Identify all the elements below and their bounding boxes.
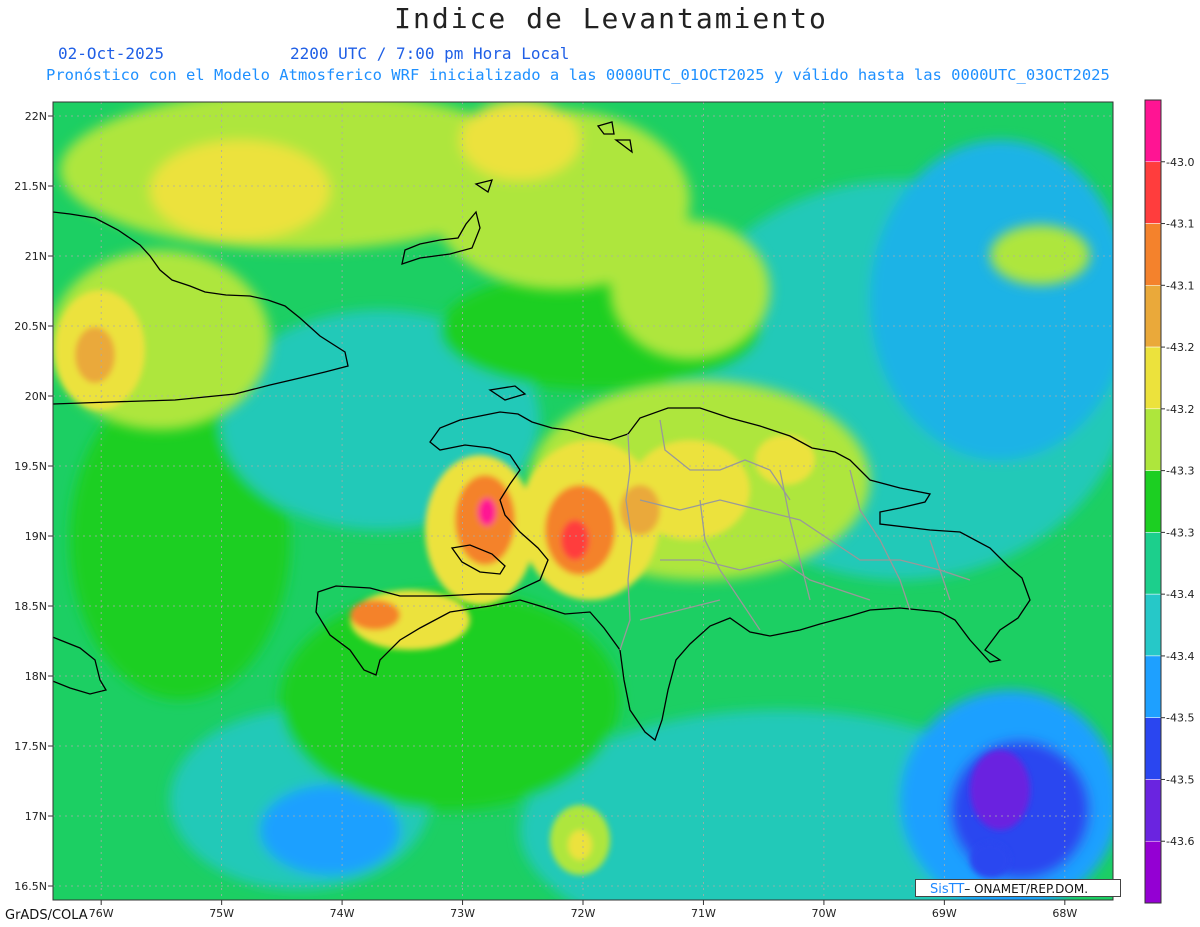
lat-label: 16.5N (14, 880, 47, 893)
colorbar-label: -43.5 (1166, 773, 1194, 786)
lat-label: 17N (25, 810, 47, 823)
colorbar-segment (1144, 717, 1162, 780)
colorbar-label: -43.3 (1166, 526, 1194, 539)
colorbar-label: -43.4 (1166, 650, 1194, 663)
colorbar-label: -43.3 (1166, 465, 1194, 478)
colorbar-segment (1144, 532, 1162, 595)
colorbar: -43.0 -43.1 -43.1 -43.2 -43.2 -43.3 -43.3 -43.4… (1144, 99, 1194, 904)
colorbar-label: -43.2 (1166, 341, 1194, 354)
lon-label: 70W (811, 907, 836, 920)
lat-label: 21.5N (14, 180, 47, 193)
lat-label: 18N (25, 670, 47, 683)
lat-label: 18.5N (14, 600, 47, 613)
colorbar-label: -43.5 (1166, 712, 1194, 725)
colorbar-label: -43.1 (1166, 279, 1194, 292)
colorbar-segment (1144, 593, 1162, 657)
colorbar-label: -43.2 (1166, 403, 1194, 416)
colorbar-segment (1144, 779, 1162, 842)
colorbar-segment (1144, 285, 1162, 348)
colorbar-segment (1144, 346, 1162, 410)
colorbar-label: -43.0 (1166, 156, 1194, 169)
lat-label: 20N (25, 390, 47, 403)
colorbar-label: -43.4 (1166, 588, 1194, 601)
lon-label: 76W (89, 907, 114, 920)
stamp-text: – ONAMET/REP.DOM. (964, 882, 1089, 896)
lifted-index-field (53, 102, 1113, 900)
lon-label: 74W (330, 907, 355, 920)
colorbar-label: -43.6 (1166, 835, 1194, 848)
colorbar-segment (1144, 408, 1162, 471)
colorbar-segment (1144, 470, 1162, 533)
forecast-map: 22N 21.5N 21N 20.5N 20N 19.5N 19N 18.5N 18N 17.5N… (14, 99, 1194, 920)
latitude-labels: 22N 21.5N 21N 20.5N 20N 19.5N 19N 18.5N 18N 17.5N… (14, 110, 53, 893)
lat-label: 17.5N (14, 740, 47, 753)
colorbar-segment (1144, 840, 1162, 904)
onamet-stamp: SisTT– ONAMET/REP.DOM. (915, 879, 1121, 897)
longitude-labels: 76W 75W 74W 73W 72W 71W 70W 69W 68W (89, 900, 1077, 920)
grads-credit: GrADS/COLA (5, 908, 88, 923)
lon-label: 75W (209, 907, 234, 920)
lat-label: 19N (25, 530, 47, 543)
lon-label: 72W (571, 907, 596, 920)
colorbar-segment (1144, 655, 1162, 718)
colorbar-segment (1144, 161, 1162, 224)
lat-label: 22N (25, 110, 47, 123)
lon-label: 73W (450, 907, 475, 920)
lon-label: 71W (691, 907, 716, 920)
lon-label: 69W (932, 907, 957, 920)
colorbar-label: -43.1 (1166, 218, 1194, 231)
colorbar-segment (1144, 99, 1162, 163)
lon-label: 68W (1052, 907, 1077, 920)
lat-label: 19.5N (14, 460, 47, 473)
sistt-logo: SisTT (930, 882, 965, 897)
lat-label: 20.5N (14, 320, 47, 333)
colorbar-segment (1144, 223, 1162, 286)
lat-label: 21N (25, 250, 47, 263)
